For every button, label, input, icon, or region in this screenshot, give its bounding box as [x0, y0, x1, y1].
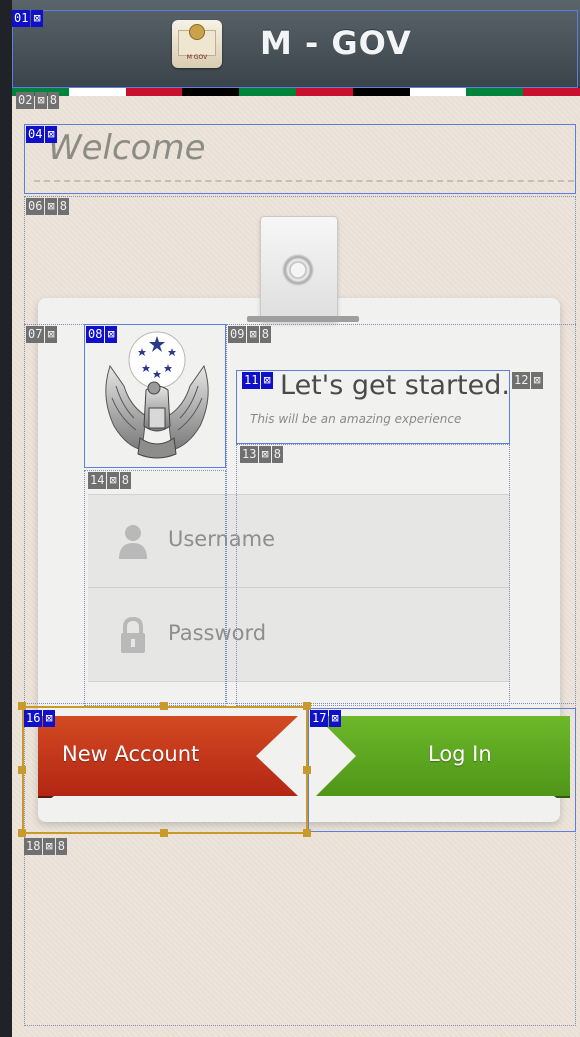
- username-field[interactable]: Username: [88, 495, 510, 588]
- resize-handle[interactable]: [303, 702, 311, 710]
- annotation-tag: 08 ⊠: [86, 326, 117, 343]
- resize-handle[interactable]: [303, 829, 311, 837]
- image-icon: ⊠: [259, 446, 271, 463]
- card-title: Let's get started.: [280, 370, 510, 401]
- app-header: M GOV M - GOV: [12, 0, 580, 88]
- app-screen: M GOV M - GOV Welcome Let's get started.…: [12, 0, 580, 1037]
- resize-handle[interactable]: [160, 829, 168, 837]
- image-icon: ⊠: [247, 326, 259, 343]
- password-field[interactable]: Password: [88, 589, 510, 682]
- annotation-tag: 18 ⊠ 8: [24, 838, 67, 855]
- resize-handle[interactable]: [303, 766, 311, 774]
- annotation-tag: 12 ⊠: [512, 372, 543, 389]
- selection-box: [22, 706, 308, 834]
- lock-icon: [121, 616, 145, 653]
- resize-handle[interactable]: [18, 702, 26, 710]
- annotation-tag: 11 ⊠: [242, 372, 273, 389]
- resize-handle[interactable]: [160, 702, 168, 710]
- image-icon: ⊠: [31, 10, 43, 27]
- log-in-button[interactable]: Log In: [316, 716, 580, 798]
- annotation-tag: 09 ⊠ 8: [228, 326, 271, 343]
- clip-ring-icon: [282, 254, 314, 286]
- annotation-tag: 02 ⊠ 8: [16, 92, 59, 109]
- annotation-tag: 07 ⊠: [26, 326, 57, 343]
- image-icon: ⊠: [45, 198, 57, 215]
- eagle-emblem-icon: [105, 331, 209, 459]
- image-icon: ⊠: [43, 838, 55, 855]
- image-icon: ⊠: [45, 326, 57, 343]
- annotation-tag: 14 ⊠ 8: [88, 472, 131, 489]
- image-icon: ⊠: [105, 326, 117, 343]
- annotation-tag: 01 ⊠: [12, 10, 43, 27]
- annotation-tag: 06 ⊠ 8: [26, 198, 69, 215]
- image-icon: ⊠: [107, 472, 119, 489]
- log-in-label: Log In: [428, 742, 492, 766]
- app-logo: M GOV: [172, 20, 222, 68]
- card-subtitle: This will be an amazing experience: [250, 412, 462, 426]
- image-icon: ⊠: [43, 710, 55, 727]
- username-label: Username: [168, 527, 276, 551]
- annotation-tag: 16 ⊠: [24, 710, 55, 727]
- seal-icon: [189, 24, 205, 40]
- welcome-heading: Welcome: [48, 128, 206, 168]
- image-icon: ⊠: [35, 92, 47, 109]
- logo-text: M GOV: [186, 54, 208, 61]
- flag-stripe: [12, 88, 580, 96]
- image-icon: ⊠: [531, 372, 543, 389]
- image-icon: ⊠: [329, 710, 341, 727]
- annotation-tag: 13 ⊠ 8: [240, 446, 283, 463]
- login-form: Username Password: [88, 494, 510, 682]
- welcome-divider: [34, 180, 574, 182]
- user-icon: [119, 525, 147, 559]
- app-title: M - GOV: [260, 24, 412, 62]
- resize-handle[interactable]: [18, 829, 26, 837]
- annotation-tag: 17 ⊠: [310, 710, 341, 727]
- clip-base: [247, 316, 359, 322]
- annotation-tag: 04 ⊠: [26, 126, 57, 143]
- image-icon: ⊠: [45, 126, 57, 143]
- password-label: Password: [168, 621, 267, 645]
- image-icon: ⊠: [261, 372, 273, 389]
- resize-handle[interactable]: [18, 766, 26, 774]
